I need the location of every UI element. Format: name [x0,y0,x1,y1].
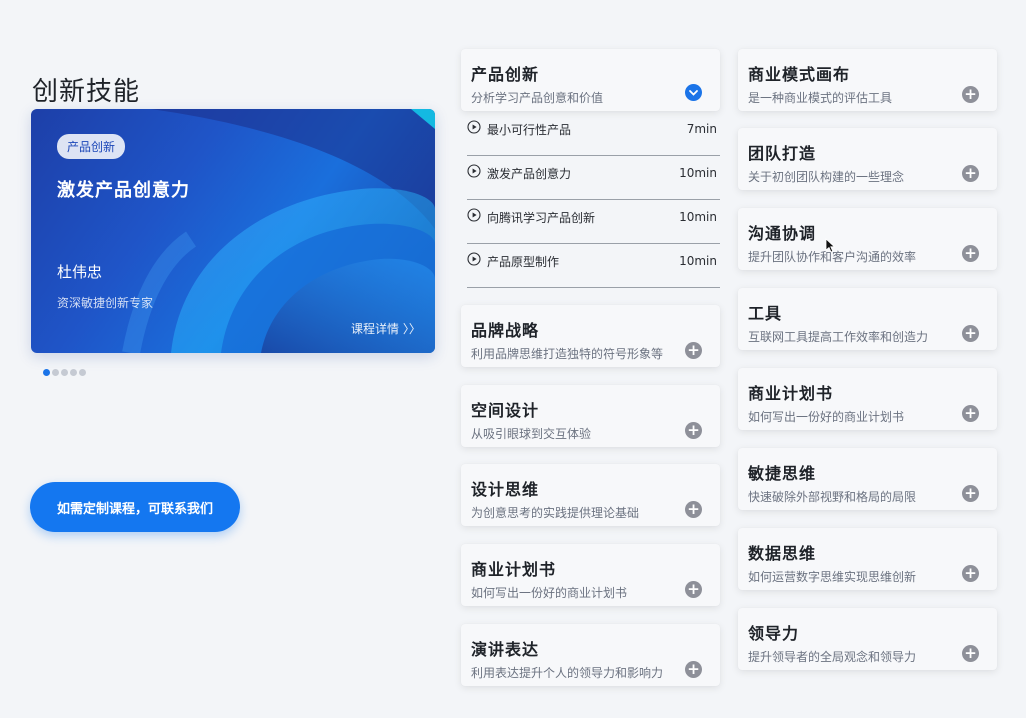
course-card-title: 演讲表达 [471,640,540,659]
plus-circle-icon[interactable]: + [685,501,702,518]
lesson-title: 向腾讯学习产品创新 [487,211,596,225]
course-card-desc: 从吸引眼球到交互体验 [471,427,592,441]
carousel-dot[interactable] [79,369,86,376]
lesson-title: 最小可行性产品 [487,123,572,137]
course-card-title: 设计思维 [471,480,540,499]
play-circle-icon [467,120,481,134]
course-card-product-innovation[interactable]: 产品创新 分析学习产品创意和价值 [461,49,720,111]
plus-circle-icon[interactable]: + [962,165,979,182]
lesson-duration: 7min [686,122,717,136]
lesson-duration: 10min [679,166,717,180]
course-card-title: 团队打造 [748,144,817,163]
plus-circle-icon[interactable]: + [962,565,979,582]
hero-author-title: 资深敏捷创新专家 [57,296,154,310]
play-circle-icon [467,164,481,178]
course-card[interactable]: 敏捷思维 快速破除外部视野和格局的局限 + [738,448,997,510]
course-card[interactable]: 商业模式画布 是一种商业模式的评估工具 + [738,49,997,111]
page-title: 创新技能 [32,77,141,108]
hero-category-badge: 产品创新 [57,134,126,159]
course-card-desc: 如何运营数字思维实现思维创新 [748,570,917,584]
course-card-title: 数据思维 [748,544,817,563]
course-card[interactable]: 团队打造 关于初创团队构建的一些理念 + [738,128,997,190]
plus-circle-icon[interactable]: + [962,325,979,342]
course-card-title: 商业模式画布 [748,65,851,84]
play-circle-icon [467,208,481,222]
course-card-desc: 如何写出一份好的商业计划书 [471,586,628,600]
mouse-cursor-icon [825,238,836,253]
course-card-desc: 互联网工具提高工作效率和创造力 [748,330,929,344]
course-card[interactable]: 演讲表达 利用表达提升个人的领导力和影响力 + [461,624,720,686]
course-card-title: 工具 [748,304,783,323]
course-card-title: 品牌战略 [471,321,540,340]
course-card-desc: 快速破除外部视野和格局的局限 [748,490,917,504]
lesson-title: 产品原型制作 [487,255,560,269]
hero-course-title: 激发产品创意力 [57,180,190,201]
course-card[interactable]: 工具 互联网工具提高工作效率和创造力 + [738,288,997,350]
lesson-title: 激发产品创意力 [487,167,572,181]
course-card-title: 领导力 [748,624,800,643]
course-card-desc: 利用品牌思维打造独特的符号形象等 [471,347,664,361]
plus-circle-icon[interactable]: + [962,245,979,262]
course-card[interactable]: 沟通协调 提升团队协作和客户沟通的效率 + [738,208,997,270]
lesson-row[interactable]: 激发产品创意力 10min [467,156,720,200]
plus-circle-icon[interactable]: + [685,422,702,439]
course-card[interactable]: 空间设计 从吸引眼球到交互体验 + [461,385,720,447]
lesson-row[interactable]: 产品原型制作 10min [467,244,720,288]
lesson-row[interactable]: 向腾讯学习产品创新 10min [467,200,720,244]
course-detail-link[interactable]: 课程详情 〉〉 [351,320,421,337]
course-card[interactable]: 商业计划书 如何写出一份好的商业计划书 + [738,368,997,430]
course-card-title: 商业计划书 [748,384,834,403]
plus-circle-icon[interactable]: + [962,86,979,103]
course-card-title: 敏捷思维 [748,464,817,483]
course-card-desc: 是一种商业模式的评估工具 [748,91,893,105]
course-card-desc: 分析学习产品创意和价值 [471,91,604,105]
course-card-desc: 为创意思考的实践提供理论基础 [471,506,640,520]
course-card[interactable]: 商业计划书 如何写出一份好的商业计划书 + [461,544,720,606]
plus-circle-icon[interactable]: + [962,485,979,502]
carousel-dot[interactable] [43,369,50,376]
lesson-duration: 10min [679,254,717,268]
course-card[interactable]: 数据思维 如何运营数字思维实现思维创新 + [738,528,997,590]
course-card-desc: 关于初创团队构建的一些理念 [748,170,905,184]
carousel-indicator [43,369,86,376]
course-card[interactable]: 领导力 提升领导者的全局观念和领导力 + [738,608,997,670]
lesson-row[interactable]: 最小可行性产品 7min [467,112,720,156]
course-card[interactable]: 设计思维 为创意思考的实践提供理论基础 + [461,464,720,526]
course-card-title: 空间设计 [471,401,540,420]
course-card-desc: 如何写出一份好的商业计划书 [748,410,905,424]
plus-circle-icon[interactable]: + [685,342,702,359]
hero-author-name: 杜伟忠 [57,263,103,281]
plus-circle-icon[interactable]: + [962,645,979,662]
carousel-dot[interactable] [70,369,77,376]
course-card-desc: 利用表达提升个人的领导力和影响力 [471,666,664,680]
course-card[interactable]: 品牌战略 利用品牌思维打造独特的符号形象等 + [461,305,720,367]
carousel-dot[interactable] [61,369,68,376]
course-card-desc: 提升领导者的全局观念和领导力 [748,650,917,664]
plus-circle-icon[interactable]: + [962,405,979,422]
course-card-title: 产品创新 [471,65,540,84]
chevron-down-icon[interactable] [685,84,702,101]
plus-circle-icon[interactable]: + [685,661,702,678]
contact-us-button[interactable]: 如需定制课程，可联系我们 [30,482,240,532]
lesson-duration: 10min [679,210,717,224]
play-circle-icon [467,252,481,266]
plus-circle-icon[interactable]: + [685,581,702,598]
course-card-title: 商业计划书 [471,560,557,579]
carousel-dot[interactable] [52,369,59,376]
course-card-title: 沟通协调 [748,224,817,243]
